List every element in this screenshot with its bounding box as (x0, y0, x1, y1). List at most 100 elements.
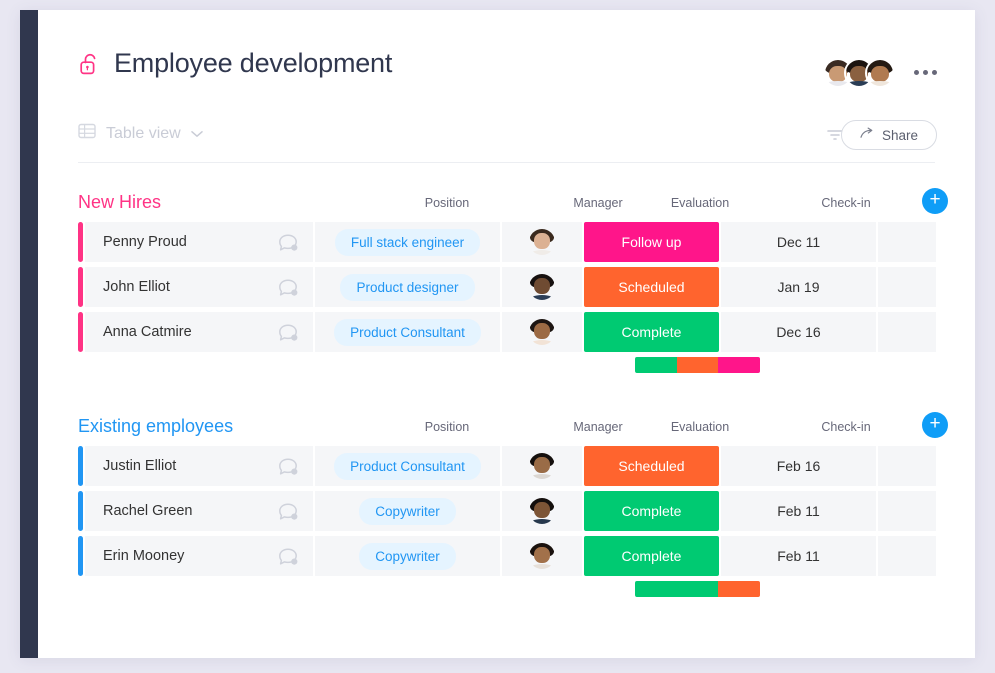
cell-position[interactable]: Full stack engineer (315, 222, 500, 262)
cell-manager[interactable] (502, 312, 582, 352)
cell-empty[interactable] (878, 536, 936, 576)
table-row[interactable]: John Elliot Product designer ScheduledJan … (78, 267, 948, 307)
cell-name[interactable]: Justin Elliot (85, 446, 313, 486)
board-title-area: Employee development (78, 48, 392, 79)
column-header-manager[interactable]: Manager (573, 420, 622, 434)
group-summary (78, 581, 948, 597)
position-tag: Full stack engineer (335, 229, 480, 256)
cell-name[interactable]: Penny Proud (85, 222, 313, 262)
status-summary-bar[interactable] (635, 581, 760, 597)
status-badge[interactable]: Complete (584, 536, 719, 576)
cell-checkin[interactable]: Feb 11 (721, 491, 876, 531)
table-row[interactable]: Penny Proud Full stack engineer Follow upD… (78, 222, 948, 262)
status-badge[interactable]: Scheduled (584, 267, 719, 307)
cell-empty[interactable] (878, 222, 936, 262)
more-options-icon[interactable] (914, 70, 937, 75)
manager-avatar[interactable] (529, 274, 555, 300)
cell-evaluation[interactable]: Follow up (584, 222, 719, 262)
open-lock-icon (78, 51, 102, 77)
row-accent-bar (78, 536, 83, 576)
summary-segment (677, 357, 719, 373)
cell-evaluation[interactable]: Complete (584, 536, 719, 576)
cell-checkin[interactable]: Feb 16 (721, 446, 876, 486)
status-badge[interactable]: Complete (584, 491, 719, 531)
cell-position[interactable]: Copywriter (315, 536, 500, 576)
cell-name[interactable]: Erin Mooney (85, 536, 313, 576)
cell-manager[interactable] (502, 491, 582, 531)
view-selector[interactable]: Table view (78, 122, 203, 145)
cell-evaluation[interactable]: Scheduled (584, 446, 719, 486)
cell-checkin[interactable]: Dec 16 (721, 312, 876, 352)
manager-avatar[interactable] (529, 229, 555, 255)
cell-evaluation[interactable]: Complete (584, 312, 719, 352)
chat-bubble-icon[interactable] (277, 278, 297, 297)
cell-manager[interactable] (502, 536, 582, 576)
group-title[interactable]: New Hires (78, 192, 161, 213)
row-name-label: Penny Proud (103, 234, 187, 250)
row-name-label: Anna Catmire (103, 324, 192, 340)
avatar[interactable] (865, 58, 895, 88)
share-button[interactable]: Share (841, 120, 937, 150)
position-tag: Product Consultant (334, 319, 481, 346)
summary-segment (635, 357, 677, 373)
manager-avatar[interactable] (529, 319, 555, 345)
cell-checkin[interactable]: Dec 11 (721, 222, 876, 262)
member-avatars[interactable] (823, 58, 895, 88)
cell-position[interactable]: Product designer (315, 267, 500, 307)
cell-checkin[interactable]: Feb 11 (721, 536, 876, 576)
column-header-check-in[interactable]: Check-in (821, 420, 870, 434)
chat-bubble-icon[interactable] (277, 323, 297, 342)
row-accent-bar (78, 222, 83, 262)
left-nav-rail[interactable] (20, 10, 38, 658)
manager-avatar[interactable] (529, 543, 555, 569)
table-row[interactable]: Justin ElliotProduct Consultant Scheduled… (78, 446, 948, 486)
cell-empty[interactable] (878, 267, 936, 307)
share-arrow-icon (860, 127, 875, 143)
cell-name[interactable]: Rachel Green (85, 491, 313, 531)
cell-name[interactable]: John Elliot (85, 267, 313, 307)
cell-empty[interactable] (878, 312, 936, 352)
cell-manager[interactable] (502, 222, 582, 262)
board-card: Employee development (20, 10, 975, 658)
row-name-label: John Elliot (103, 279, 170, 295)
table-row[interactable]: Rachel GreenCopywriter CompleteFeb 11 (78, 491, 948, 531)
status-badge[interactable]: Scheduled (584, 446, 719, 486)
page-title: Employee development (114, 48, 392, 79)
cell-empty[interactable] (878, 491, 936, 531)
cell-evaluation[interactable]: Complete (584, 491, 719, 531)
cell-name[interactable]: Anna Catmire (85, 312, 313, 352)
table-row[interactable]: Anna Catmire Product Consultant CompleteDe… (78, 312, 948, 352)
column-header-position[interactable]: Position (425, 420, 469, 434)
chat-bubble-icon[interactable] (277, 457, 297, 476)
status-badge[interactable]: Complete (584, 312, 719, 352)
status-summary-bar[interactable] (635, 357, 760, 373)
manager-avatar[interactable] (529, 498, 555, 524)
column-header-evaluation[interactable]: Evaluation (671, 196, 729, 210)
table-row[interactable]: Erin MooneyCopywriter CompleteFeb 11 (78, 536, 948, 576)
status-badge[interactable]: Follow up (584, 222, 719, 262)
manager-avatar[interactable] (529, 453, 555, 479)
chat-bubble-icon[interactable] (277, 547, 297, 566)
table-group: New Hires Position Manager Evaluation Check-… (78, 192, 948, 373)
summary-segment (718, 581, 760, 597)
group-title[interactable]: Existing employees (78, 416, 233, 437)
column-header-check-in[interactable]: Check-in (821, 196, 870, 210)
cell-position[interactable]: Copywriter (315, 491, 500, 531)
chat-bubble-icon[interactable] (277, 233, 297, 252)
add-item-button[interactable]: + (922, 412, 948, 438)
app-root: Employee development (0, 0, 995, 673)
cell-position[interactable]: Product Consultant (315, 312, 500, 352)
cell-evaluation[interactable]: Scheduled (584, 267, 719, 307)
chat-bubble-icon[interactable] (277, 502, 297, 521)
cell-manager[interactable] (502, 446, 582, 486)
cell-manager[interactable] (502, 267, 582, 307)
cell-checkin[interactable]: Jan 19 (721, 267, 876, 307)
add-item-button[interactable]: + (922, 188, 948, 214)
column-header-position[interactable]: Position (425, 196, 469, 210)
cell-position[interactable]: Product Consultant (315, 446, 500, 486)
chevron-down-icon[interactable] (191, 125, 203, 143)
column-header-evaluation[interactable]: Evaluation (671, 420, 729, 434)
summary-segment (635, 581, 718, 597)
cell-empty[interactable] (878, 446, 936, 486)
column-header-manager[interactable]: Manager (573, 196, 622, 210)
